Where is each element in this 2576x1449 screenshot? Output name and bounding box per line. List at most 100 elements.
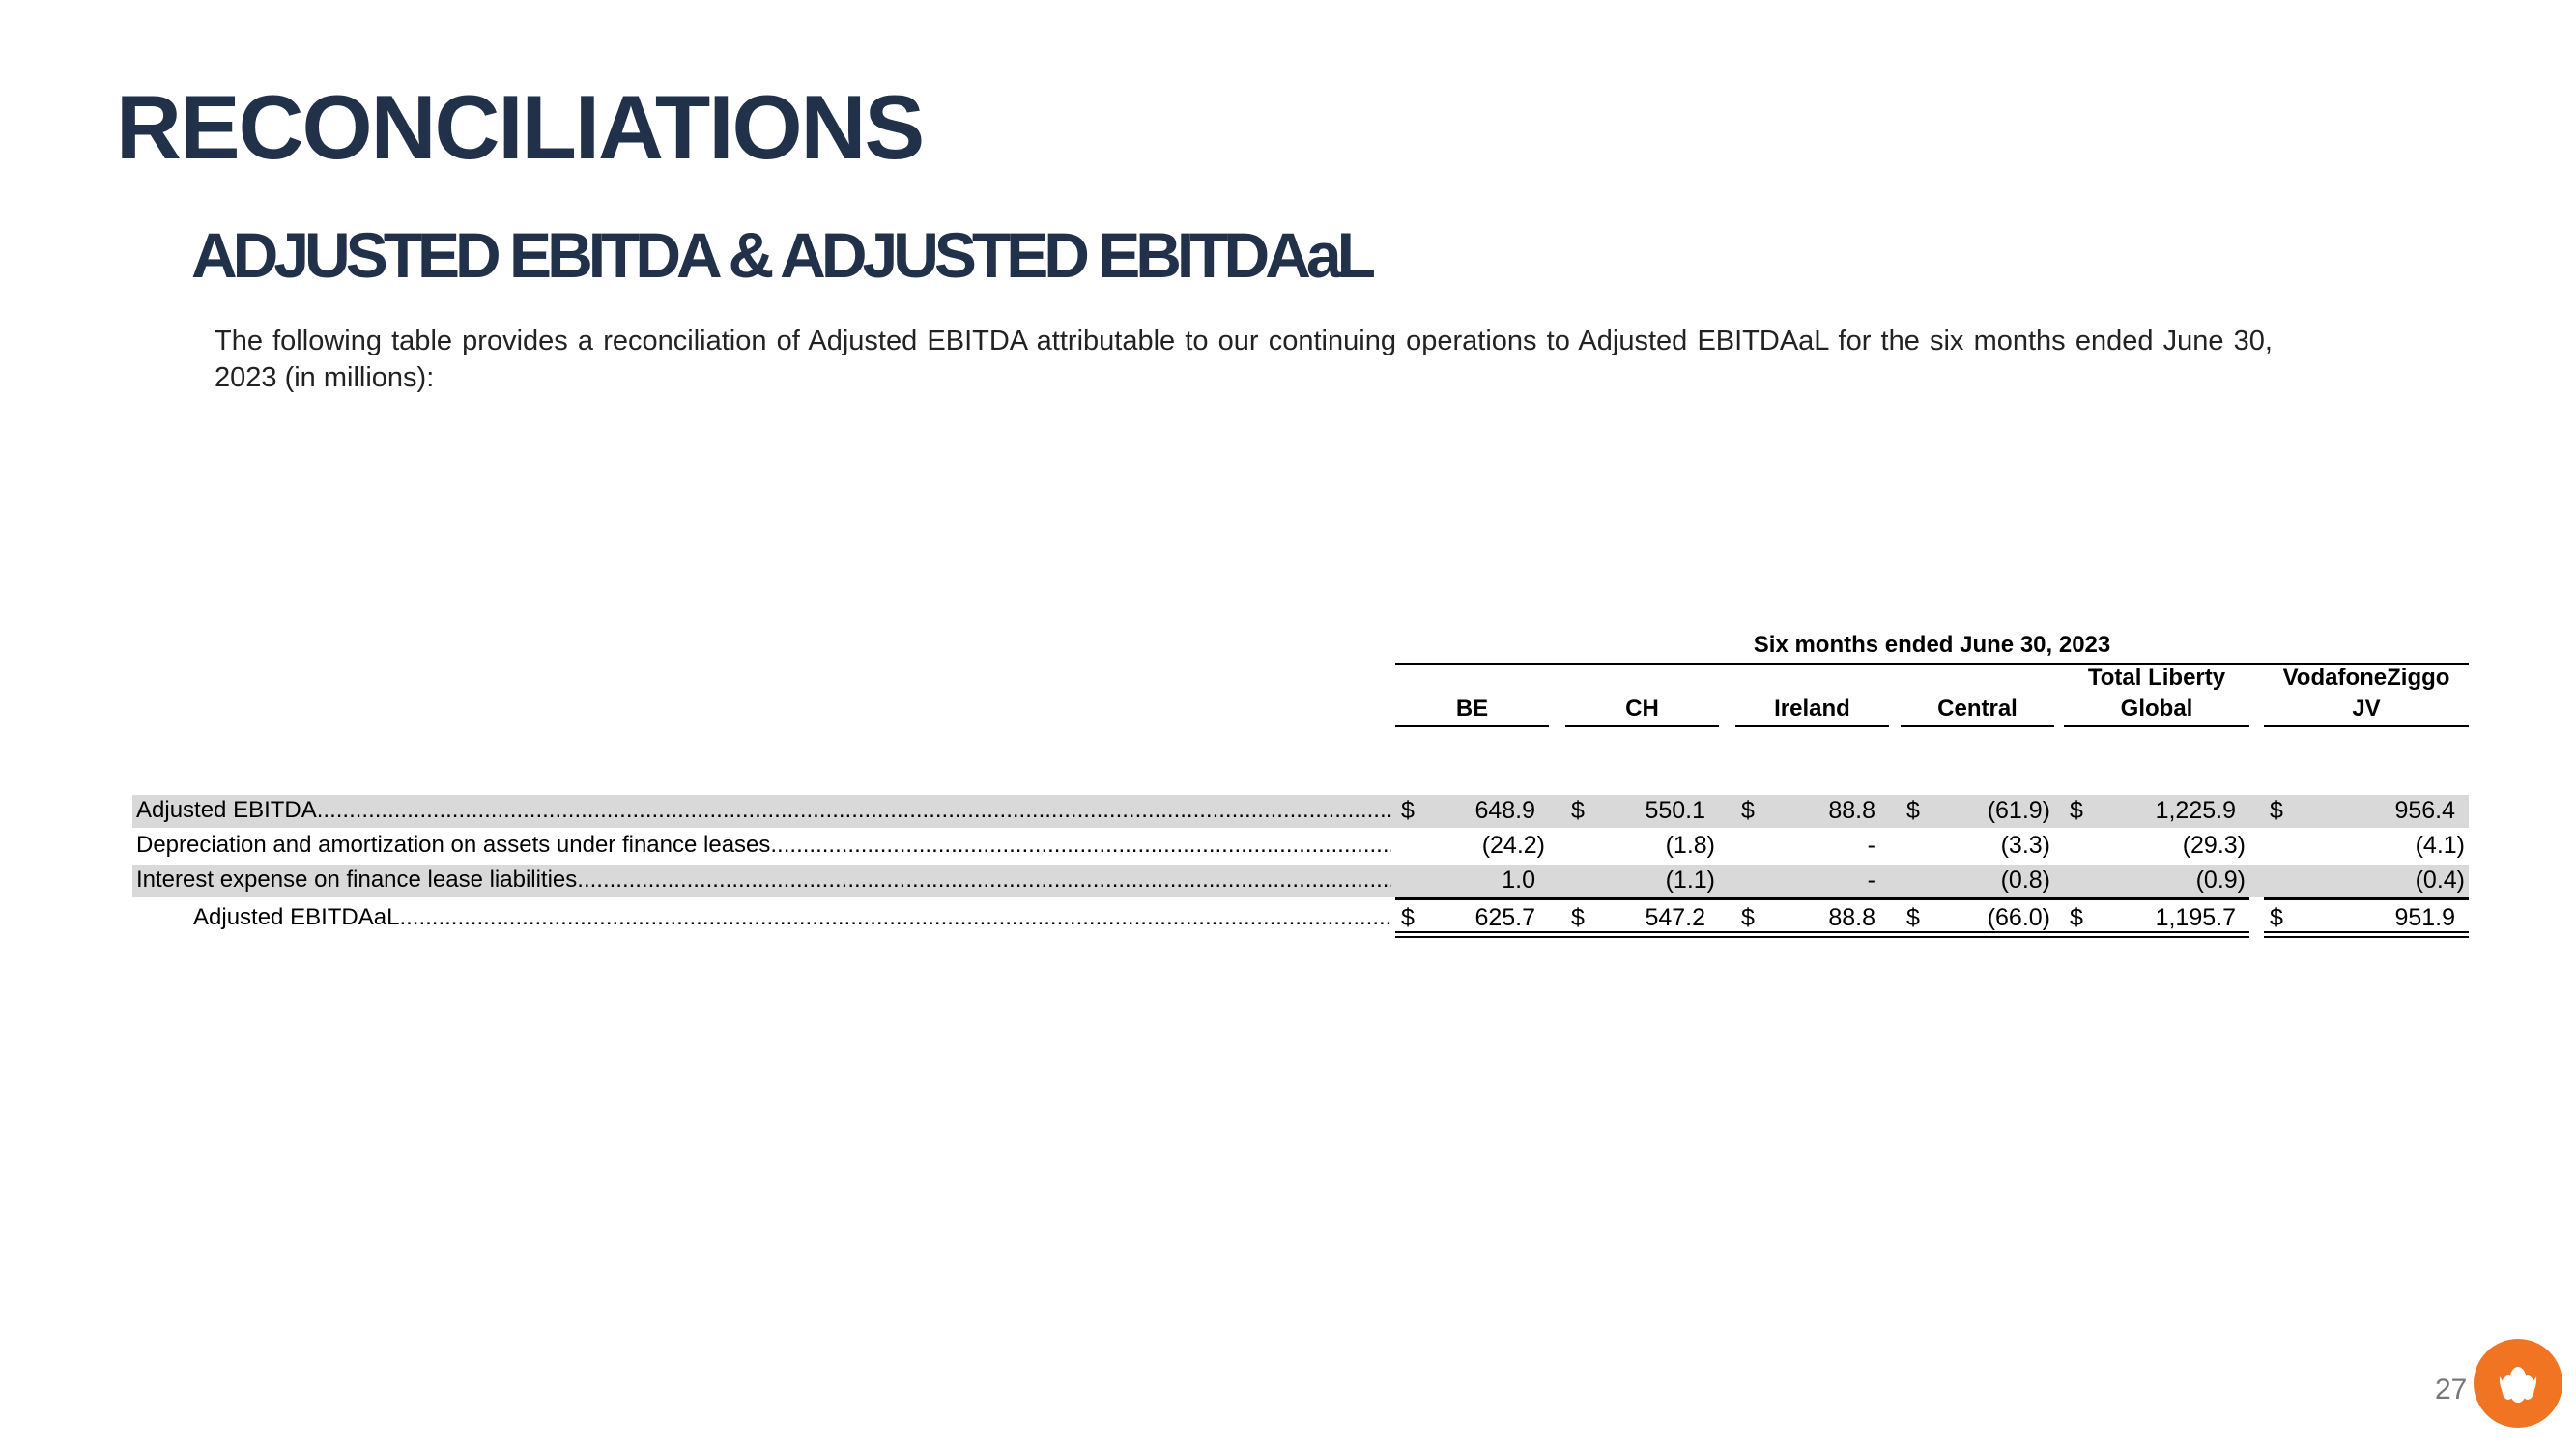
table-cell: (4.1) (2264, 830, 2469, 861)
total-rule (1395, 897, 2249, 900)
currency-symbol: $ (1741, 904, 1755, 931)
cell-value: (29.3) (2182, 832, 2246, 859)
cell-value: 1,225.9 (2155, 797, 2236, 824)
cell-value: 956.4 (2394, 797, 2455, 824)
cell-value: (4.1) (2415, 832, 2465, 859)
currency-symbol: $ (1906, 797, 1920, 824)
double-underline (2264, 936, 2469, 938)
table-cell: $88.8 (1735, 795, 1889, 826)
table-cell: (1.8) (1565, 830, 1719, 861)
cell-value: - (1867, 832, 1875, 859)
column-header-rule (1901, 724, 2054, 727)
double-underline (2264, 931, 2469, 933)
table-cell: (0.8) (1901, 865, 2054, 895)
column-header: Ireland (1774, 696, 1850, 722)
row-label-text: Depreciation and amortization on assets … (136, 832, 771, 858)
currency-symbol: $ (1571, 797, 1585, 824)
row-label: Adjusted EBITDA.........................… (136, 795, 1391, 826)
column-header-rule (1395, 724, 1549, 727)
table-cell: $1,195.7 (2064, 902, 2249, 933)
cell-value: 550.1 (1645, 797, 1705, 824)
row-shading (132, 795, 2469, 828)
table-cell: (3.3) (1901, 830, 2054, 861)
table-cell: $625.7 (1395, 902, 1549, 933)
column-header-rule (2064, 724, 2249, 727)
row-label: Adjusted EBITDAaL.......................… (193, 902, 1391, 933)
cell-value: (24.2) (1481, 832, 1545, 859)
column-header-line1: Total Liberty (2087, 665, 2226, 691)
double-underline (1395, 931, 2249, 933)
cell-value: 625.7 (1474, 904, 1535, 931)
double-underline (1395, 936, 2249, 938)
table-cell: - (1735, 830, 1889, 861)
cell-value: (66.0) (1987, 904, 2050, 931)
currency-symbol: $ (1401, 797, 1415, 824)
page-title: RECONCILIATIONS (116, 76, 925, 178)
currency-symbol: $ (2070, 904, 2083, 931)
currency-symbol: $ (1741, 797, 1755, 824)
table-cell: 1.0 (1395, 865, 1549, 895)
table-cell: $648.9 (1395, 795, 1549, 826)
cell-value: - (1867, 867, 1875, 894)
currency-symbol: $ (2270, 904, 2283, 931)
table-cell: $ (66.0) (1901, 902, 2054, 933)
period-rule (1395, 663, 2469, 665)
currency-symbol: $ (2070, 797, 2083, 824)
table-cell: (1.1) (1565, 865, 1719, 895)
column-header-rule (1735, 724, 1889, 727)
column-header-line1: VodafoneZiggo (2282, 665, 2450, 691)
row-label-text: Adjusted EBITDA (136, 797, 317, 823)
column-header-rule (2264, 724, 2469, 727)
cell-value: (1.1) (1665, 867, 1715, 894)
cell-value: (0.4) (2415, 867, 2465, 894)
column-header: Central (1937, 696, 2018, 722)
currency-symbol: $ (1571, 904, 1585, 931)
column-header: Global (2120, 696, 2193, 722)
total-rule (2264, 897, 2469, 900)
column-header-rule (1565, 724, 1719, 727)
cell-value: 88.8 (1828, 797, 1875, 824)
cell-value: (3.3) (2000, 832, 2050, 859)
reconciliation-table: Six months ended June 30, 2023 BE CH Irela… (0, 0, 2576, 1449)
table-cell: (29.3) (2064, 830, 2249, 861)
table-cell: $956.4 (2264, 795, 2469, 826)
table-cell: (24.2) (1395, 830, 1549, 861)
period-header: Six months ended June 30, 2023 (1753, 632, 2111, 658)
row-label: Interest expense on finance lease liabil… (136, 865, 1391, 895)
row-label-text: Adjusted EBITDAaL (193, 904, 400, 930)
table-cell: (0.4) (2264, 865, 2469, 895)
cell-value: 1,195.7 (2155, 904, 2236, 931)
cell-value: 951.9 (2394, 904, 2455, 931)
table-cell: (0.9) (2064, 865, 2249, 895)
cell-value: 88.8 (1828, 904, 1875, 931)
leader-dots: ........................................… (770, 832, 1391, 858)
table-cell: - (1735, 865, 1889, 895)
section-subtitle: ADJUSTED EBITDA & ADJUSTED EBITDAaL (191, 219, 1376, 291)
leader-dots: ........................................… (577, 867, 1391, 893)
row-label-text: Interest expense on finance lease liabil… (136, 867, 578, 893)
table-cell: $550.1 (1565, 795, 1719, 826)
table-cell: $1,225.9 (2064, 795, 2249, 826)
row-shading (132, 865, 2469, 897)
cell-value: (0.8) (2000, 867, 2050, 894)
cell-value: 547.2 (1645, 904, 1705, 931)
column-header: BE (1455, 696, 1489, 722)
page-number: 27 (2435, 1374, 2468, 1406)
cell-value: 648.9 (1474, 797, 1535, 824)
column-header: JV (2352, 696, 2381, 722)
cell-value: (61.9) (1987, 797, 2050, 824)
table-cell: $951.9 (2264, 902, 2469, 933)
liberty-global-logo-icon (2474, 1339, 2562, 1428)
table-cell: $ (61.9) (1901, 795, 2054, 826)
currency-symbol: $ (1401, 904, 1415, 931)
cell-value: (1.8) (1665, 832, 1715, 859)
cell-value: (0.9) (2195, 867, 2246, 894)
table-cell: $547.2 (1565, 902, 1719, 933)
row-label: Depreciation and amortization on assets … (136, 830, 1391, 861)
currency-symbol: $ (1906, 904, 1920, 931)
column-header: CH (1625, 696, 1659, 722)
leader-dots: ........................................… (399, 904, 1391, 930)
leader-dots: ........................................… (316, 797, 1391, 823)
table-cell: $88.8 (1735, 902, 1889, 933)
cell-value: 1.0 (1502, 867, 1535, 894)
